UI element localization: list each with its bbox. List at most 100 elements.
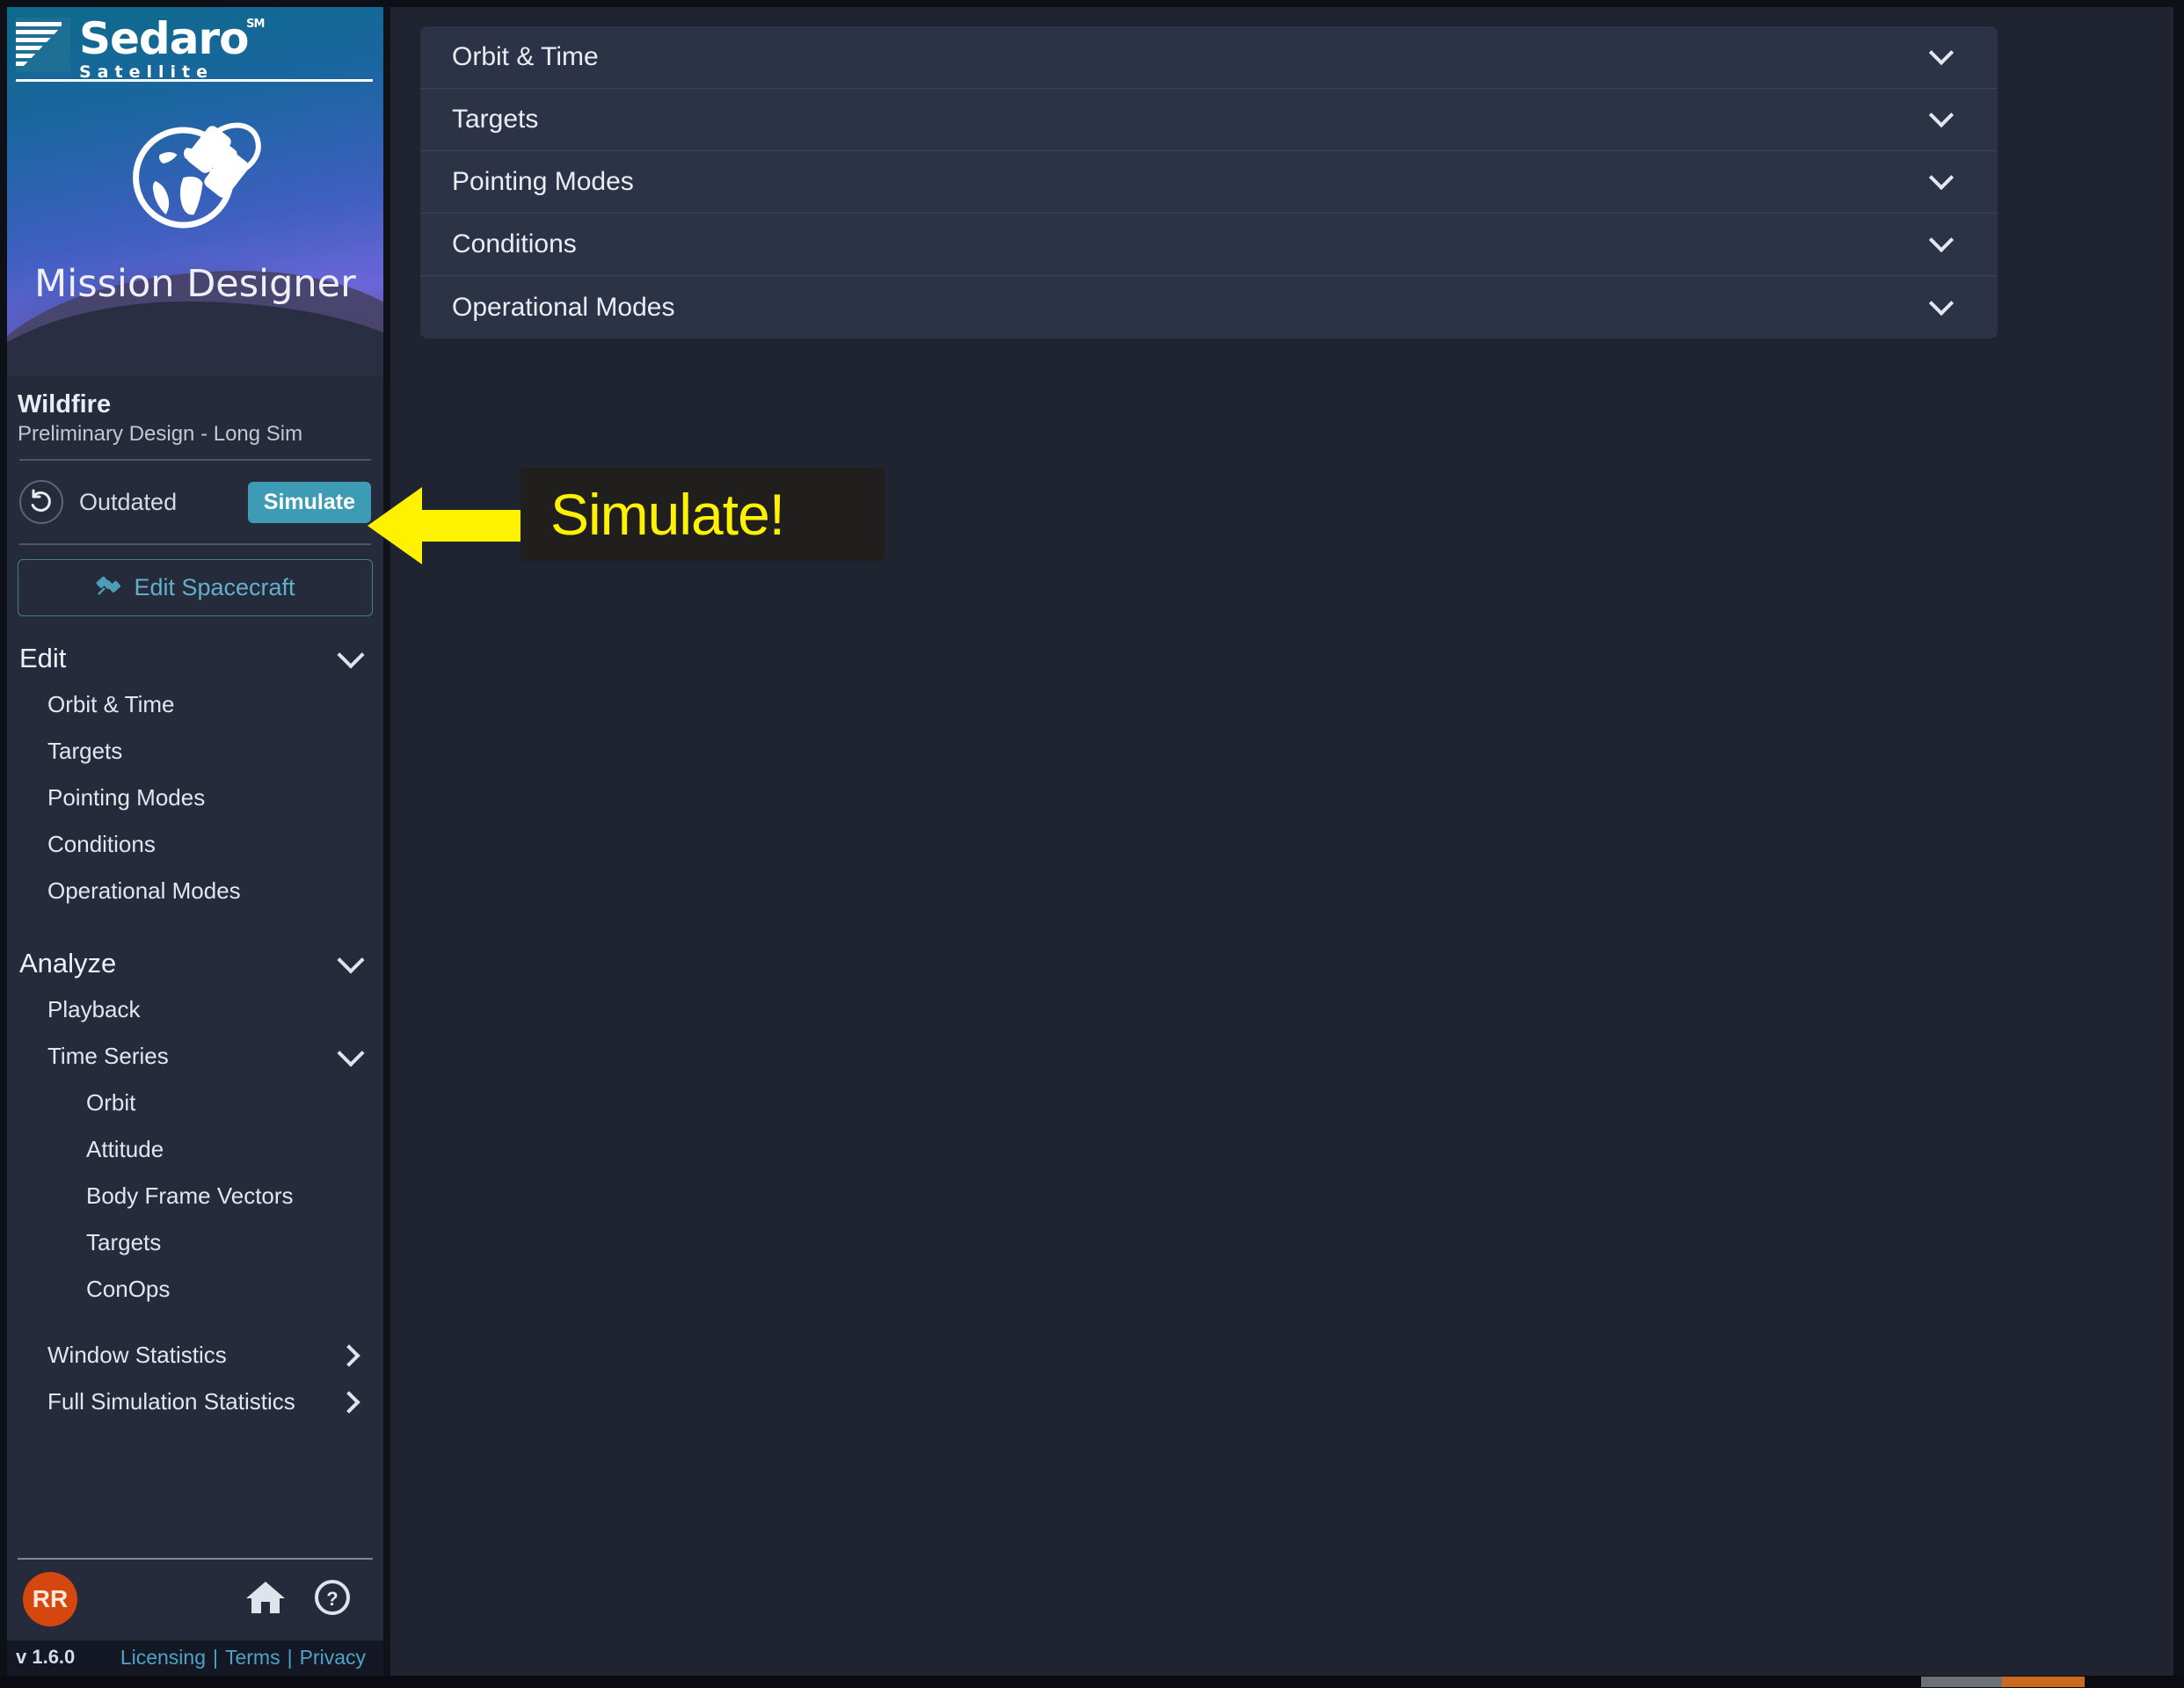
sidebar-group-analyze[interactable]: Analyze bbox=[7, 941, 383, 986]
sidebar-item-label: Body Frame Vectors bbox=[86, 1182, 294, 1210]
sidebar-group-edit[interactable]: Edit bbox=[7, 636, 383, 681]
home-icon[interactable] bbox=[244, 1578, 287, 1621]
logo-wordmark: Sedaro SM Satellite bbox=[79, 17, 265, 82]
sidebar-item-label: Operational Modes bbox=[47, 877, 241, 905]
sidebar-item-label: Targets bbox=[47, 738, 123, 765]
sidebar-item-full-simulation-statistics[interactable]: Full Simulation Statistics bbox=[7, 1379, 383, 1425]
legal-bar: v 1.6.0 Licensing | Terms | Privacy bbox=[7, 1641, 383, 1676]
sidebar-footer: RR ? v 1.6.0 Licensing | Terms | Privacy bbox=[7, 1558, 383, 1676]
sidebar-item-body-frame-vectors[interactable]: Body Frame Vectors bbox=[7, 1173, 383, 1219]
sidebar-item-label: Orbit & Time bbox=[47, 691, 175, 718]
accordion-row-orbit-time[interactable]: Orbit & Time bbox=[420, 26, 1998, 89]
logo-name-text: Sedaro SM bbox=[79, 17, 265, 61]
chevron-down-icon bbox=[337, 946, 365, 974]
main-content: Orbit & Time Targets Pointing Modes Cond… bbox=[390, 7, 2173, 1676]
sidebar-group-analyze-label: Analyze bbox=[19, 948, 117, 979]
terms-link[interactable]: Terms bbox=[225, 1646, 280, 1670]
settings-accordion: Orbit & Time Targets Pointing Modes Cond… bbox=[420, 26, 1998, 338]
globe-satellite-icon bbox=[120, 93, 277, 238]
status-badge: Outdated bbox=[79, 488, 178, 515]
accordion-label: Targets bbox=[452, 105, 539, 134]
logo-name-label: Sedaro bbox=[79, 13, 249, 64]
taskbar bbox=[0, 1676, 2184, 1688]
accordion-label: Conditions bbox=[452, 229, 577, 258]
svg-text:?: ? bbox=[326, 1588, 338, 1610]
logo-sm-mark: SM bbox=[246, 18, 265, 31]
sidebar-item-label: Pointing Modes bbox=[47, 784, 206, 811]
sedaro-logo[interactable]: Sedaro SM Satellite bbox=[16, 17, 265, 82]
sidebar-item-pointing-modes[interactable]: Pointing Modes bbox=[7, 775, 383, 821]
accordion-label: Pointing Modes bbox=[452, 167, 634, 196]
nav-spacer-2 bbox=[7, 1313, 383, 1332]
satellite-icon bbox=[95, 571, 121, 604]
app-title: Mission Designer bbox=[34, 262, 356, 306]
chevron-down-icon bbox=[1928, 102, 1955, 128]
sidebar-item-label: Conditions bbox=[47, 831, 156, 858]
footer-icon-group: ? bbox=[244, 1578, 368, 1621]
taskbar-segment-orange[interactable] bbox=[2002, 1677, 2085, 1687]
version-label: v 1.6.0 bbox=[16, 1646, 76, 1668]
sidebar-item-label: Attitude bbox=[86, 1136, 164, 1163]
accordion-row-operational-modes[interactable]: Operational Modes bbox=[420, 276, 1998, 338]
sidebar-item-label: Playback bbox=[47, 996, 141, 1023]
sidebar-item-label: Full Simulation Statistics bbox=[47, 1388, 295, 1415]
sidebar-item-label: Time Series bbox=[47, 1043, 169, 1070]
help-circle-icon[interactable]: ? bbox=[313, 1578, 352, 1621]
accordion-row-targets[interactable]: Targets bbox=[420, 89, 1998, 151]
link-separator-2: | bbox=[287, 1645, 293, 1669]
sidebar: Sedaro SM Satellite Mission Designer Wil… bbox=[7, 7, 383, 1676]
project-name: Wildfire bbox=[18, 390, 112, 418]
app-window: Sedaro SM Satellite Mission Designer Wil… bbox=[0, 0, 2184, 1688]
status-divider bbox=[19, 543, 371, 546]
project-block: Wildfire Preliminary Design - Long Sim bbox=[7, 376, 383, 462]
sidebar-item-operational-modes[interactable]: Operational Modes bbox=[7, 868, 383, 914]
privacy-link[interactable]: Privacy bbox=[300, 1646, 366, 1670]
licensing-link[interactable]: Licensing bbox=[120, 1646, 206, 1670]
legal-links: Licensing | Terms | Privacy bbox=[120, 1646, 375, 1670]
window-top-edge bbox=[0, 0, 2184, 7]
window-right-edge bbox=[2173, 0, 2184, 1688]
sidebar-item-playback[interactable]: Playback bbox=[7, 986, 383, 1033]
sidebar-item-label: ConOps bbox=[86, 1276, 171, 1303]
sidebar-item-time-series[interactable]: Time Series bbox=[7, 1033, 383, 1080]
sidebar-item-label: Targets bbox=[86, 1229, 162, 1256]
sidebar-item-orbit-time[interactable]: Orbit & Time bbox=[7, 681, 383, 728]
chevron-down-icon bbox=[1928, 40, 1955, 66]
avatar[interactable]: RR bbox=[23, 1572, 77, 1626]
sidebar-item-conditions[interactable]: Conditions bbox=[7, 821, 383, 868]
simulate-button[interactable]: Simulate bbox=[247, 481, 371, 523]
link-separator: | bbox=[213, 1645, 218, 1669]
accordion-label: Operational Modes bbox=[452, 292, 675, 322]
sidebar-item-conops[interactable]: ConOps bbox=[7, 1266, 383, 1313]
chevron-down-icon bbox=[337, 1039, 365, 1067]
accordion-row-pointing-modes[interactable]: Pointing Modes bbox=[420, 151, 1998, 214]
taskbar-segment-gray[interactable] bbox=[1921, 1677, 2002, 1687]
brand-header: Sedaro SM Satellite Mission Designer bbox=[7, 7, 383, 376]
annotation-callout: Simulate! bbox=[521, 468, 885, 561]
sidebar-item-label: Orbit bbox=[86, 1089, 136, 1117]
chevron-down-icon bbox=[1928, 227, 1955, 253]
sidebar-item-window-statistics[interactable]: Window Statistics bbox=[7, 1332, 383, 1379]
edit-spacecraft-button[interactable]: Edit Spacecraft bbox=[18, 559, 373, 617]
sidebar-group-edit-label: Edit bbox=[19, 643, 67, 674]
sidebar-item-targets[interactable]: Targets bbox=[7, 728, 383, 775]
chevron-down-icon bbox=[337, 641, 365, 669]
project-subtitle: Preliminary Design - Long Sim bbox=[18, 422, 303, 447]
sidebar-item-attitude[interactable]: Attitude bbox=[7, 1126, 383, 1173]
footer-row: RR ? bbox=[7, 1560, 383, 1641]
chevron-down-icon bbox=[1928, 290, 1955, 316]
left-arrow-annotation-icon bbox=[368, 482, 536, 574]
brand-divider bbox=[16, 79, 373, 82]
window-left-edge bbox=[0, 0, 7, 1688]
refresh-history-icon[interactable] bbox=[19, 480, 63, 525]
annotation-text: Simulate! bbox=[550, 482, 785, 547]
sidebar-item-targets-timeseries[interactable]: Targets bbox=[7, 1219, 383, 1266]
simulation-status-row: Outdated Simulate bbox=[7, 461, 383, 543]
sidebar-item-orbit[interactable]: Orbit bbox=[7, 1080, 383, 1126]
sidebar-item-label: Window Statistics bbox=[47, 1342, 227, 1369]
accordion-label: Orbit & Time bbox=[452, 42, 599, 71]
accordion-row-conditions[interactable]: Conditions bbox=[420, 214, 1998, 276]
sedaro-stripes-logo-icon bbox=[16, 18, 70, 72]
sidebar-nav: Edit Orbit & Time Targets Pointing Modes… bbox=[7, 616, 383, 1558]
